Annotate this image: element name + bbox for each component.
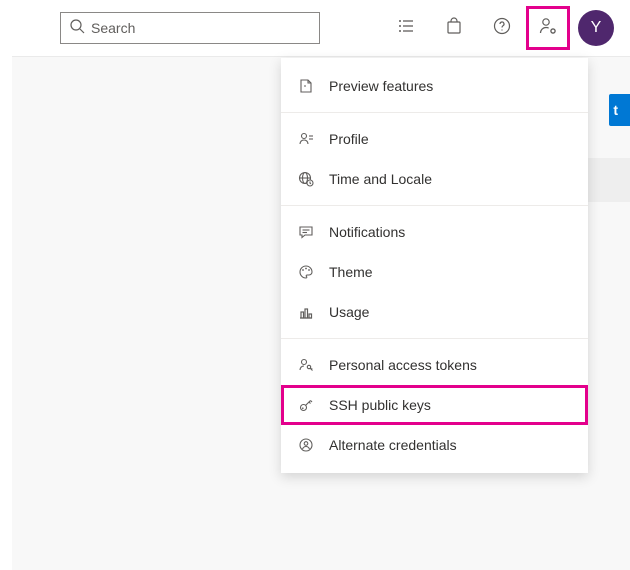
search-input[interactable]	[91, 20, 311, 36]
key-icon	[297, 396, 315, 414]
globe-clock-icon	[297, 170, 315, 188]
avatar[interactable]: Y	[578, 10, 614, 46]
bar-chart-icon	[297, 303, 315, 321]
profile-icon	[297, 130, 315, 148]
topbar-icons: Y	[382, 4, 614, 52]
help-icon-button[interactable]	[478, 4, 526, 52]
menu-divider	[281, 112, 588, 113]
menu-item-personal-access-tokens[interactable]: Personal access tokens	[281, 345, 588, 385]
menu-label: Preview features	[329, 78, 433, 94]
credentials-icon	[297, 436, 315, 454]
chat-icon	[297, 223, 315, 241]
topbar: Y	[0, 0, 630, 56]
menu-item-time-locale[interactable]: Time and Locale	[281, 159, 588, 199]
avatar-initial: Y	[591, 19, 602, 37]
help-icon	[493, 17, 511, 38]
menu-label: Theme	[329, 264, 373, 280]
menu-item-usage[interactable]: Usage	[281, 292, 588, 332]
menu-divider	[281, 205, 588, 206]
menu-item-profile[interactable]: Profile	[281, 119, 588, 159]
search-box[interactable]	[60, 12, 320, 44]
menu-label: Time and Locale	[329, 171, 432, 187]
menu-label: Personal access tokens	[329, 357, 477, 373]
menu-item-alternate-credentials[interactable]: Alternate credentials	[281, 425, 588, 465]
sparkle-doc-icon	[297, 77, 315, 95]
menu-divider	[281, 338, 588, 339]
user-gear-icon	[538, 16, 558, 39]
list-icon	[397, 17, 415, 38]
menu-item-preview-features[interactable]: Preview features	[281, 66, 588, 106]
person-key-icon	[297, 356, 315, 374]
menu-label: Alternate credentials	[329, 437, 457, 453]
marketplace-icon-button[interactable]	[430, 4, 478, 52]
menu-item-ssh-public-keys[interactable]: SSH public keys	[281, 385, 588, 425]
menu-label: Notifications	[329, 224, 405, 240]
menu-label: Usage	[329, 304, 369, 320]
list-icon-button[interactable]	[382, 4, 430, 52]
menu-label: SSH public keys	[329, 397, 431, 413]
shopping-bag-icon	[445, 17, 463, 38]
user-settings-menu: Preview features Profile Time and Locale	[281, 58, 588, 473]
user-settings-button[interactable]	[526, 6, 570, 50]
menu-label: Profile	[329, 131, 369, 147]
search-icon	[69, 18, 85, 37]
palette-icon	[297, 263, 315, 281]
partial-primary-button[interactable]: t	[609, 94, 630, 126]
menu-item-theme[interactable]: Theme	[281, 252, 588, 292]
menu-item-notifications[interactable]: Notifications	[281, 212, 588, 252]
